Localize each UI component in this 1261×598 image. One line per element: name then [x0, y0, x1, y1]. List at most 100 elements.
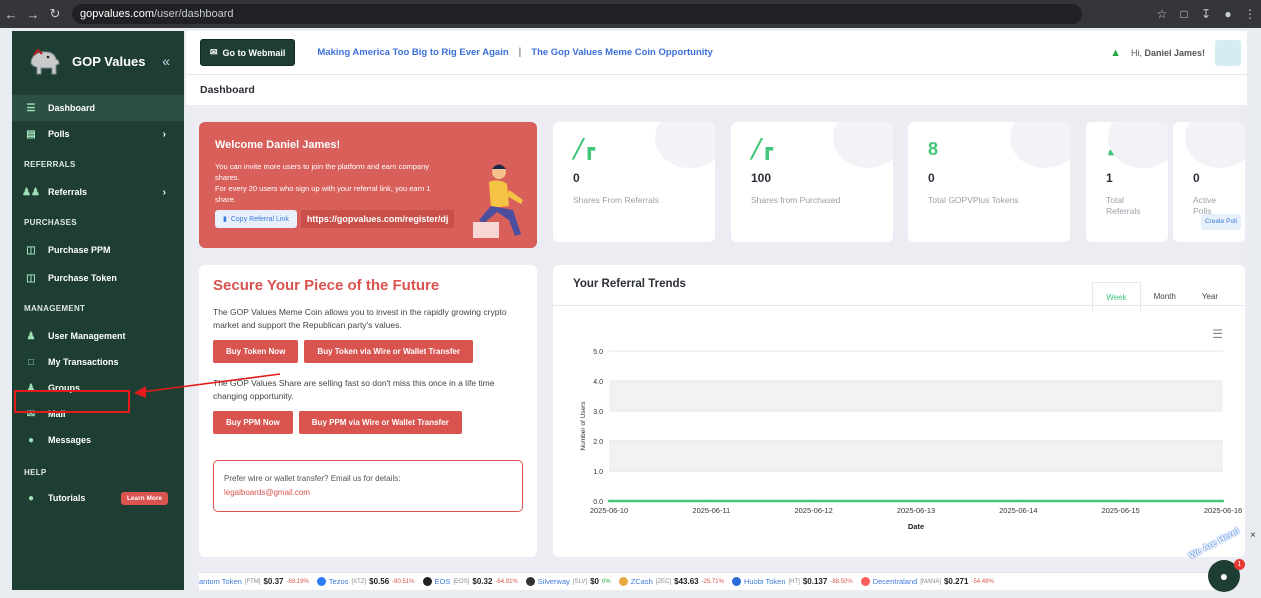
- buy-token-button[interactable]: Buy Token Now: [213, 340, 299, 363]
- coin-change: -68.19%: [286, 578, 309, 585]
- top-link-meme-coin[interactable]: The Gop Values Meme Coin Opportunity: [531, 47, 713, 58]
- download-icon[interactable]: ↧: [1195, 7, 1217, 21]
- stat-value: 100: [751, 171, 772, 185]
- webmail-button[interactable]: ✉ Go to Webmail: [200, 39, 296, 66]
- main-content: Welcome Daniel James! You can invite mor…: [186, 105, 1247, 590]
- section-help: HELP: [24, 468, 47, 477]
- star-icon[interactable]: ☆: [1151, 7, 1173, 21]
- section-management: MANAGEMENT: [24, 304, 86, 313]
- chevron-right-icon: ›: [162, 128, 166, 140]
- secure-card: Secure Your Piece of the Future The GOP …: [199, 265, 537, 557]
- data-point: [914, 499, 918, 503]
- greeting-prefix: Hi,: [1130, 47, 1142, 58]
- tab-month[interactable]: Month: [1141, 282, 1189, 312]
- sidebar-item-purchase-ppm[interactable]: ◫ Purchase PPM: [12, 237, 184, 263]
- data-point: [710, 499, 713, 503]
- sidebar-item-referrals[interactable]: ♟♟ Referrals ›: [12, 179, 184, 205]
- stat-total-referrals: ♟ 1 Total Referrals: [1086, 122, 1168, 242]
- chat-count-badge: 1: [1234, 559, 1245, 570]
- address-bar[interactable]: gopvalues.com/user/dashboard: [72, 4, 1082, 24]
- chevron-right-icon: ›: [162, 186, 166, 198]
- trend-tabs: Week Month Year: [1092, 282, 1231, 312]
- mail-icon: ✉: [210, 47, 218, 57]
- url-path: /user/dashboard: [154, 8, 234, 20]
- secure-title: Secure Your Piece of the Future: [213, 277, 440, 294]
- coin-symbol: [SLV]: [572, 578, 588, 585]
- ticker-item: ZCash [ZEC] $43.63 -25.71%: [618, 577, 724, 586]
- buy-ppm-button[interactable]: Buy PPM Now: [213, 411, 293, 434]
- sidebar-item-label: Polls: [48, 129, 70, 139]
- forward-icon[interactable]: →: [22, 7, 44, 22]
- extensions-icon[interactable]: □: [1173, 7, 1195, 21]
- stat-label: Total Referrals: [1106, 195, 1141, 216]
- coin-name: Silverway: [537, 577, 570, 586]
- coin-price: $0.32: [472, 577, 493, 586]
- copy-referral-button[interactable]: ▮ Copy Referral Link: [215, 210, 297, 228]
- profile-icon[interactable]: ●: [1217, 7, 1239, 21]
- users-icon: ♟♟: [22, 186, 40, 198]
- welcome-line1: You can invite more users to join the pl…: [215, 162, 430, 182]
- coin-symbol: [XTZ]: [351, 578, 367, 585]
- ticket-icon: ◫: [26, 272, 36, 284]
- collapse-icon[interactable]: «: [162, 53, 170, 69]
- polls-icon: ▤: [26, 128, 36, 140]
- x-axis-label: Date: [908, 522, 924, 531]
- section-referrals: REFERRALS: [24, 160, 76, 169]
- coin-icon: [316, 577, 326, 586]
- top-link-rig[interactable]: Making America Too Big to Rig Ever Again: [317, 47, 508, 58]
- sidebar-item-dashboard[interactable]: ☰ Dashboard: [12, 95, 184, 121]
- ticker-item: antom Token [FTM] $0.37 -68.19%: [199, 577, 309, 586]
- avatar[interactable]: [1215, 39, 1241, 66]
- coin-name: antom Token: [199, 577, 242, 586]
- create-poll-button[interactable]: Create Poll: [1200, 214, 1241, 230]
- welcome-title: Welcome Daniel James!: [215, 139, 341, 151]
- person-illustration-icon: [473, 164, 523, 238]
- data-point: [1221, 499, 1225, 503]
- tab-year[interactable]: Year: [1189, 282, 1231, 312]
- buy-token-wire-button[interactable]: Buy Token via Wire or Wallet Transfer: [304, 340, 474, 363]
- user-greeting[interactable]: ▲ Hi, Daniel James!: [1110, 39, 1241, 66]
- sidebar-item-label: Dashboard: [48, 103, 96, 113]
- coin-icon: [731, 577, 741, 586]
- copy-label: Copy Referral Link: [230, 215, 289, 223]
- y-tick-label: 1.0: [593, 469, 603, 476]
- stat-shares-purchased: ╱┏ 100 Shares from Purchased: [731, 122, 893, 242]
- browser-bar: ← → ↻ gopvalues.com/user/dashboard ☆ □ ↧…: [0, 0, 1261, 28]
- sidebar: GOP Values « ☰ Dashboard ▤ Polls › REFER…: [12, 31, 184, 590]
- coin-icon: [525, 577, 535, 586]
- welcome-line2: For every 20 users who sign up with your…: [215, 184, 431, 204]
- brand-name: GOP Values: [72, 53, 146, 69]
- learn-more-badge[interactable]: Learn More: [120, 491, 168, 505]
- sidebar-item-polls[interactable]: ▤ Polls ›: [12, 121, 184, 147]
- coin-name: Huobi Token: [743, 577, 786, 586]
- email-link[interactable]: legalboards@gmail.com: [224, 486, 512, 500]
- user-name: Daniel James!: [1144, 47, 1205, 58]
- brand[interactable]: GOP Values «: [12, 31, 184, 91]
- copy-icon: ▮: [223, 216, 227, 223]
- referral-chart: 0.0 1.0 2.0 3.0 4.0 5.0 2025-06-10 2025-06-11 20…: [580, 349, 1242, 531]
- email-prompt: Prefer wire or wallet transfer? Email us…: [224, 474, 401, 483]
- coin-icon: [618, 577, 628, 586]
- coin-symbol: [MANA]: [920, 578, 941, 585]
- coin-change: 0%: [602, 578, 611, 585]
- tab-week[interactable]: Week: [1092, 282, 1141, 312]
- sidebar-item-tutorials[interactable]: ● Tutorials Learn More: [12, 485, 184, 511]
- stat-label: Total GOPVPlus Tokens: [928, 195, 1019, 205]
- welcome-card: Welcome Daniel James! You can invite mor…: [199, 122, 537, 248]
- top-separator: |: [518, 47, 522, 58]
- reload-icon[interactable]: ↻: [44, 6, 66, 22]
- annotation-arrow-icon: [134, 373, 281, 398]
- top-bar: ✉ Go to Webmail Making America Too Big t…: [186, 31, 1247, 75]
- chat-close-icon[interactable]: ×: [1250, 530, 1256, 541]
- buy-ppm-wire-button[interactable]: Buy PPM via Wire or Wallet Transfer: [298, 411, 462, 434]
- coin-change: -64.91%: [495, 578, 518, 585]
- menu-icon[interactable]: ⋮: [1239, 7, 1261, 21]
- sidebar-item-purchase-token[interactable]: ◫ Purchase Token: [12, 265, 184, 291]
- crypto-ticker: antom Token [FTM] $0.37 -68.19% Tezos [XTZ] $0…: [199, 572, 1231, 590]
- back-icon[interactable]: ←: [0, 7, 22, 22]
- sidebar-item-messages[interactable]: ● Messages: [12, 427, 184, 453]
- bell-icon[interactable]: ▲: [1110, 47, 1121, 59]
- sidebar-item-user-management[interactable]: ♟ User Management: [12, 323, 184, 349]
- sidebar-item-label: Tutorials: [48, 493, 86, 503]
- referral-link[interactable]: https://gopvalues.com/register/dj: [300, 210, 455, 228]
